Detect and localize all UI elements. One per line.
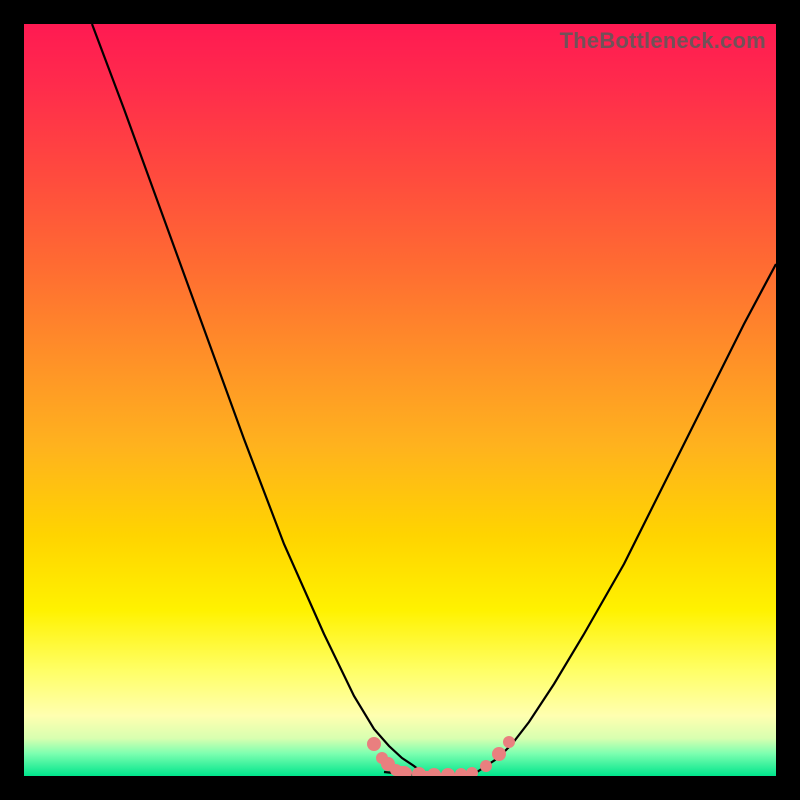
data-marker-capsule	[458, 773, 476, 776]
data-marker-capsule	[438, 773, 458, 776]
data-marker	[480, 760, 492, 772]
left-curve	[92, 24, 424, 774]
marker-group	[367, 736, 515, 776]
right-curve	[471, 264, 776, 774]
data-marker	[367, 737, 381, 751]
chart-svg	[24, 24, 776, 776]
data-marker-capsule	[414, 771, 436, 776]
data-marker-capsule	[392, 766, 410, 776]
data-marker	[492, 747, 506, 761]
chart-frame: TheBottleneck.com	[0, 0, 800, 800]
data-marker	[503, 736, 515, 748]
plot-background: TheBottleneck.com	[24, 24, 776, 776]
